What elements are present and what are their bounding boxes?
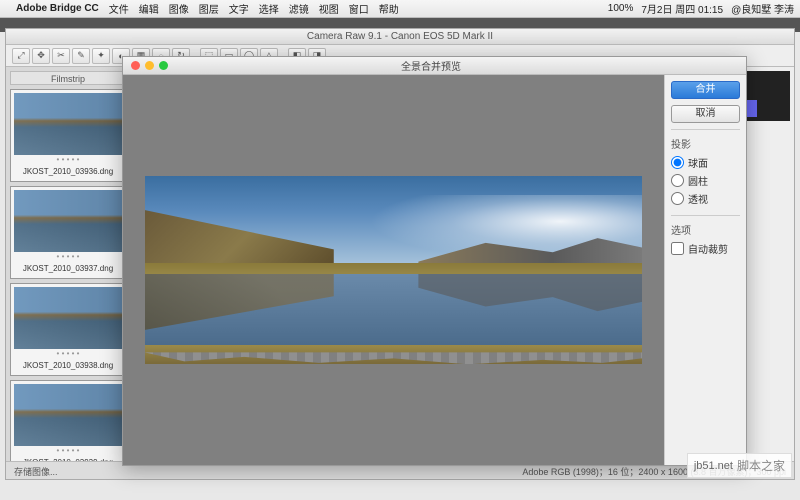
- menu-image[interactable]: 图像: [169, 1, 189, 16]
- clock: 7月2日 周四 01:15: [641, 1, 723, 16]
- filmstrip-panel: Filmstrip • • • • •JKOST_2010_03936.dng …: [6, 67, 131, 461]
- dialog-title: 全景合并预览: [176, 58, 686, 73]
- projection-spherical[interactable]: 球面: [671, 155, 740, 170]
- menu-help[interactable]: 帮助: [379, 1, 399, 16]
- panorama-merge-dialog: 全景合并预览 合并 取消 投影 球面 圆柱 透视 选项: [122, 56, 747, 466]
- panorama-image: [145, 176, 643, 363]
- menu-window[interactable]: 窗口: [349, 1, 369, 16]
- projection-cylindrical[interactable]: 圆柱: [671, 173, 740, 188]
- selection-marquee: [145, 176, 643, 363]
- cancel-button[interactable]: 取消: [671, 105, 740, 123]
- menu-filter[interactable]: 滤镜: [289, 1, 309, 16]
- tool-zoom[interactable]: ⤢: [12, 48, 30, 64]
- projection-perspective[interactable]: 透视: [671, 191, 740, 206]
- projection-group: 投影 球面 圆柱 透视: [671, 129, 740, 209]
- watermark: jb51.net 脚本之家: [687, 453, 792, 478]
- app-name[interactable]: Adobe Bridge CC: [16, 3, 99, 14]
- menu-text[interactable]: 文字: [229, 1, 249, 16]
- panorama-preview[interactable]: [123, 75, 664, 465]
- camera-raw-title: Camera Raw 9.1 - Canon EOS 5D Mark II: [6, 29, 794, 45]
- thumb-1[interactable]: • • • • •JKOST_2010_03937.dng: [10, 186, 126, 279]
- watermark-cn: 脚本之家: [737, 457, 785, 474]
- tool-crop[interactable]: ✂: [52, 48, 70, 64]
- tool-hand[interactable]: ✥: [32, 48, 50, 64]
- close-icon[interactable]: [131, 61, 140, 70]
- filmstrip-label: Filmstrip: [10, 71, 126, 85]
- thumb-2[interactable]: • • • • •JKOST_2010_03938.dng: [10, 283, 126, 376]
- projection-label: 投影: [671, 136, 740, 151]
- thumb-3[interactable]: • • • • •JKOST_2010_03939.dng: [10, 380, 126, 461]
- menu-view[interactable]: 视图: [319, 1, 339, 16]
- menu-layer[interactable]: 图层: [199, 1, 219, 16]
- menu-edit[interactable]: 编辑: [139, 1, 159, 16]
- battery-status: 100%: [608, 3, 634, 14]
- dialog-titlebar: 全景合并预览: [123, 57, 746, 75]
- tool-straighten[interactable]: ✎: [72, 48, 90, 64]
- options-group: 选项 自动裁剪: [671, 215, 740, 259]
- maximize-icon[interactable]: [159, 61, 168, 70]
- tool-wb[interactable]: ✦: [92, 48, 110, 64]
- watermark-site: jb51.net: [694, 460, 733, 472]
- mac-menubar: Adobe Bridge CC 文件 编辑 图像 图层 文字 选择 滤镜 视图 …: [0, 0, 800, 18]
- minimize-icon[interactable]: [145, 61, 154, 70]
- panorama-options-panel: 合并 取消 投影 球面 圆柱 透视 选项 自动裁剪: [664, 75, 746, 465]
- user-status: @良知墅 李涛: [731, 1, 794, 16]
- menu-select[interactable]: 选择: [259, 1, 279, 16]
- menu-file[interactable]: 文件: [109, 1, 129, 16]
- options-label: 选项: [671, 222, 740, 237]
- merge-button[interactable]: 合并: [671, 81, 740, 99]
- thumb-0[interactable]: • • • • •JKOST_2010_03936.dng: [10, 89, 126, 182]
- save-image-button[interactable]: 存储图像...: [14, 465, 58, 476]
- auto-crop-checkbox[interactable]: 自动裁剪: [671, 241, 740, 256]
